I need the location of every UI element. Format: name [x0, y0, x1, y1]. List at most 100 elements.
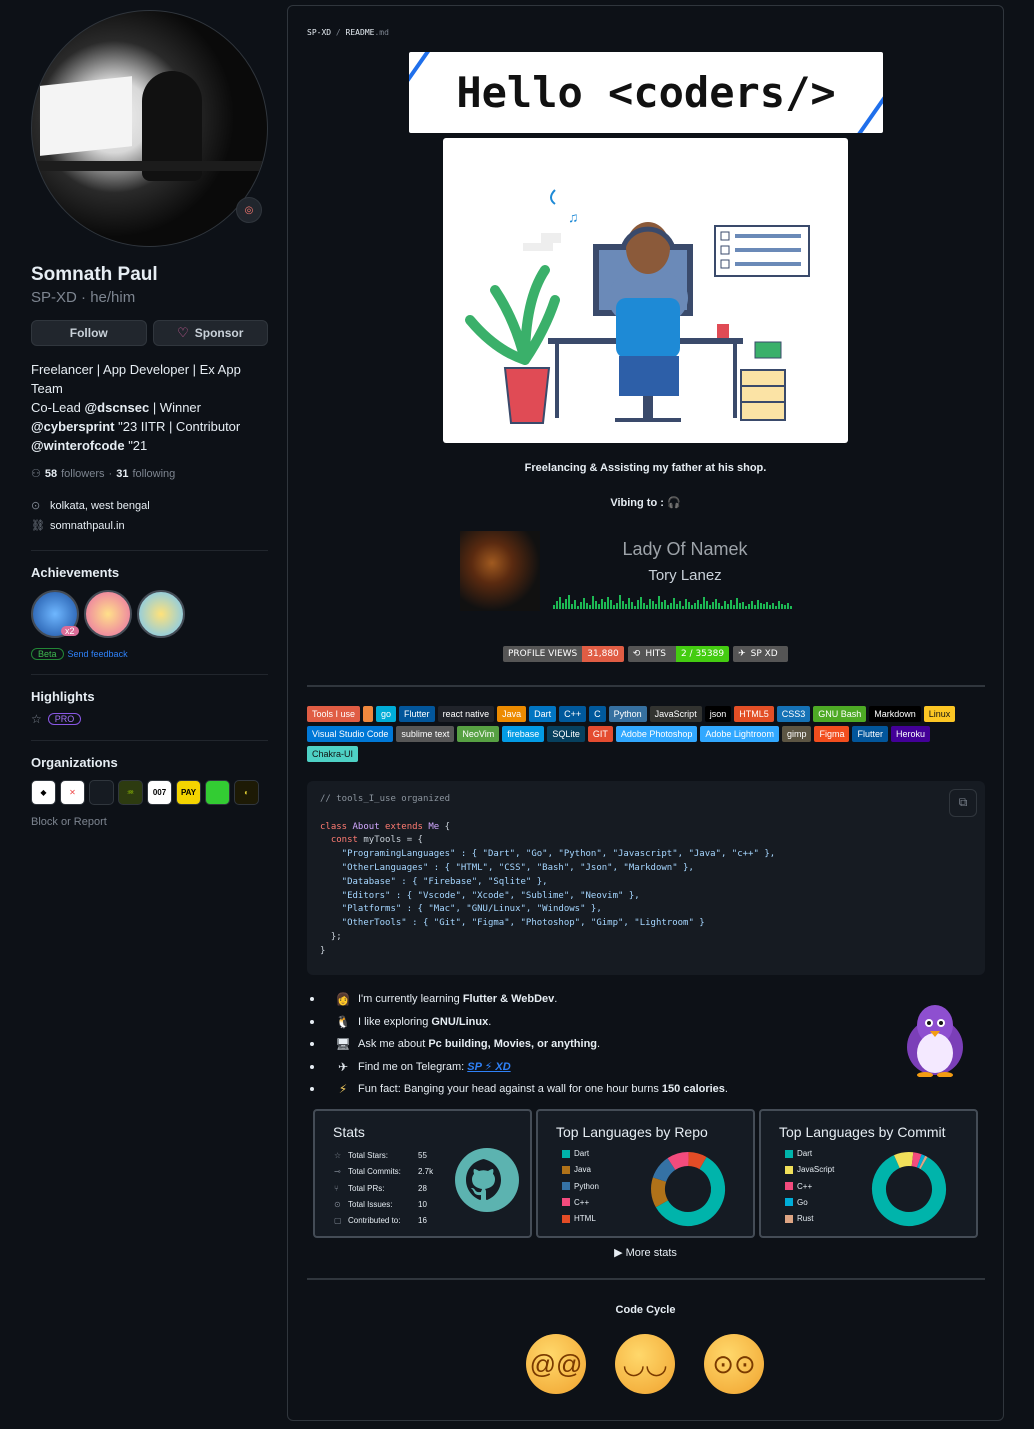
stat-row: ⊙ Total Issues: 10	[334, 1199, 427, 1209]
organizations-title: Organizations	[31, 755, 118, 770]
tools-badges: Tools I use go Flutter react native Java Dart…	[307, 706, 967, 762]
legend-item: JavaScript	[785, 1165, 834, 1174]
legend-item: HTML	[562, 1214, 596, 1223]
avatar-monitor	[40, 76, 132, 156]
stat-row: ⑂ Total PRs: 28	[334, 1183, 427, 1193]
org-shirt[interactable]	[205, 780, 230, 805]
achievement-shark-badge[interactable]: x2	[31, 590, 79, 638]
tool-badge: gimp	[781, 726, 812, 742]
profile-bio: Freelancer | App Developer | Ex App Team…	[31, 362, 241, 453]
list-item: ✈ Find me on Telegram: SP ⚡ XD	[310, 1056, 728, 1079]
send-feedback-link[interactable]: Send feedback	[68, 649, 128, 659]
cybersprint-link[interactable]: @cybersprint	[31, 419, 114, 434]
stats-title: Stats	[333, 1124, 365, 1140]
achievements-title: Achievements	[31, 565, 120, 580]
tool-badge: Tools I use	[307, 706, 361, 722]
tool-badge: sublime text	[396, 726, 455, 742]
copy-code-button[interactable]: ⧉	[949, 789, 977, 817]
people-icon: ⚇	[31, 468, 41, 480]
spotify-now-playing[interactable]: Lady Of Namek Tory Lanez	[460, 531, 828, 613]
legend-item: Go	[785, 1198, 808, 1207]
followers-count[interactable]: 58	[45, 468, 57, 480]
following-count[interactable]: 31	[116, 468, 128, 480]
legend-item: Dart	[562, 1149, 589, 1158]
profile-sidebar: ◎ Somnath Paul SP-XD · he/him Follow ♡ Sp…	[31, 10, 268, 828]
stat-row: ☆ Total Stars: 55	[334, 1151, 427, 1160]
sponsor-button[interactable]: ♡ Sponsor	[152, 320, 268, 346]
telegram-badge[interactable]: ✈ SP XD	[733, 646, 788, 662]
legend-item: C++	[562, 1198, 589, 1207]
tool-badge: Linux	[923, 706, 956, 722]
lightning-icon: ⚡	[338, 1082, 348, 1097]
tool-badge: Flutter	[399, 706, 435, 722]
hits-badge: ⟲ HITS 2 / 35389	[627, 646, 730, 662]
highlights-title: Highlights	[31, 689, 95, 704]
about-bullets: 👩 I'm currently learning Flutter & WebDev…	[310, 988, 728, 1101]
svg-text:♫: ♫	[568, 209, 579, 225]
follow-button[interactable]: Follow	[31, 320, 147, 346]
website-link[interactable]: somnathpaul.in	[50, 520, 125, 532]
org-gold[interactable]: ◐	[234, 780, 259, 805]
tool-badge: CSS3	[776, 706, 811, 722]
profile-login: SP-XD · he/him	[31, 289, 136, 306]
tool-badge: Markdown	[869, 706, 921, 722]
status-target-icon[interactable]: ◎	[236, 197, 262, 223]
tool-badge: Heroku	[890, 726, 930, 742]
tool-badge: json	[704, 706, 732, 722]
tool-badge: C++	[559, 706, 587, 722]
profile-views-badge: PROFILE VIEWS 31,880	[503, 646, 624, 662]
follow-counts: ⚇ 58 followers · 31 following	[31, 467, 176, 481]
legend-item: Java	[562, 1165, 591, 1174]
winterofcode-link[interactable]: @winterofcode	[31, 438, 125, 453]
org-x[interactable]: ✕	[60, 780, 85, 805]
tool-badge: Chakra-UI	[307, 746, 359, 762]
tool-badge: SQLite	[547, 726, 585, 742]
tool-badge: NeoVim	[457, 726, 500, 742]
beta-badge: Beta	[31, 648, 64, 660]
tool-badge: GNU Bash	[813, 706, 867, 722]
dscnsec-link[interactable]: @dscnsec	[84, 400, 149, 415]
list-item: 👩 I'm currently learning Flutter & WebDev…	[310, 988, 728, 1011]
commit-donut-chart	[872, 1152, 946, 1226]
block-report-link[interactable]: Block or Report	[31, 816, 268, 828]
student-icon: 👩	[335, 992, 351, 1007]
list-item: ⚡ Fun fact: Banging your head against a w…	[310, 1078, 728, 1101]
achievement-yolo-badge[interactable]	[84, 590, 132, 638]
org-dark[interactable]	[89, 780, 114, 805]
org-green[interactable]: ♒	[118, 780, 143, 805]
org-pay[interactable]: PAY	[176, 780, 201, 805]
developer-illustration: ♫	[443, 138, 848, 443]
tool-badge: Dart	[529, 706, 557, 722]
avatar-desk	[32, 161, 267, 171]
stat-row: ▢ Contributed to: 16	[334, 1216, 427, 1226]
legend-item: Rust	[785, 1214, 813, 1223]
repo-donut-chart	[651, 1152, 725, 1226]
tool-badge: HTML5	[734, 706, 774, 722]
telegram-link[interactable]: SP ⚡ XD	[467, 1061, 510, 1073]
tool-badge: GIT	[587, 726, 613, 742]
star-icon: ☆	[31, 712, 42, 726]
tool-badge	[363, 706, 374, 722]
pro-badge: PRO	[47, 713, 82, 725]
profile-avatar[interactable]	[31, 10, 268, 247]
github-icon	[455, 1148, 519, 1212]
tool-badge: react native	[437, 706, 495, 722]
readme-box: SP-XD / README.md Hello <coders/> ♫ Free…	[287, 5, 1004, 1421]
link-icon: ⛓	[31, 520, 45, 532]
more-stats-toggle[interactable]: ▶ More stats	[288, 1246, 1003, 1259]
code-block: // tools_I_use organized class About ext…	[307, 781, 985, 975]
org-gdsc[interactable]: ◆	[31, 780, 56, 805]
astonished-face-icon: ⊙⊙	[704, 1334, 764, 1394]
tool-badge: firebase	[502, 726, 545, 742]
tool-badge: Python	[608, 706, 647, 722]
tool-badge: Visual Studio Code	[307, 726, 394, 742]
legend-item: Dart	[785, 1149, 812, 1158]
achievement-quickdraw-badge[interactable]	[137, 590, 185, 638]
top-repo-title: Top Languages by Repo	[556, 1124, 708, 1140]
stat-row: ⊸ Total Commits: 2.7k	[334, 1167, 434, 1177]
dizzy-face-icon: @@	[526, 1334, 586, 1394]
list-item: 🖥 Ask me about Pc building, Movies, or an…	[310, 1033, 728, 1056]
org-007[interactable]: 007	[147, 780, 172, 805]
tool-badge: JavaScript	[649, 706, 702, 722]
vibing-text: Vibing to : 🎧	[610, 497, 681, 509]
